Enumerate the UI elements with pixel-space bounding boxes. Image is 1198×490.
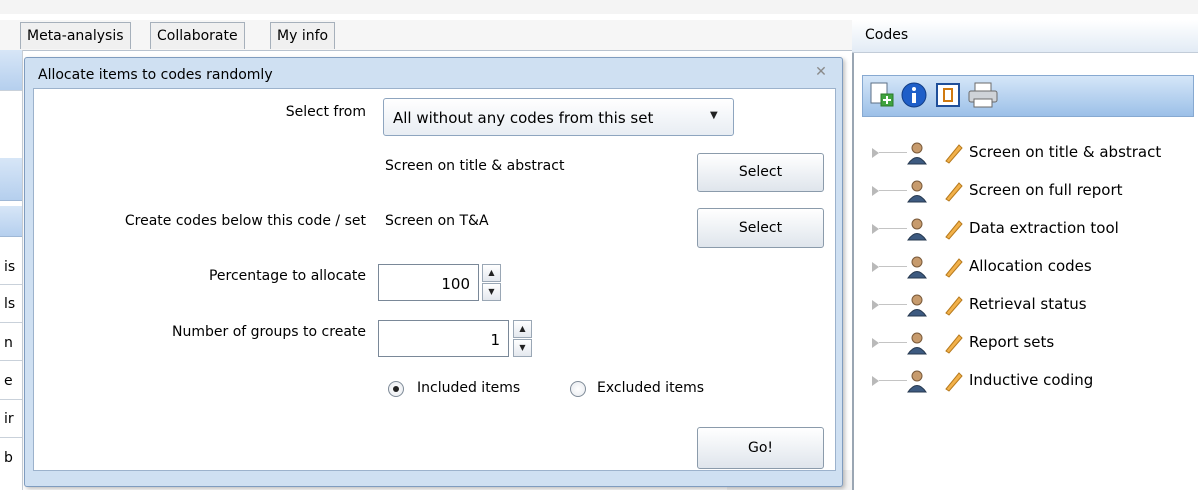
divider <box>0 284 22 285</box>
pencil-icon <box>942 293 964 317</box>
person-icon <box>906 179 928 203</box>
person-icon <box>906 141 928 165</box>
code-item-label: Inductive coding <box>969 371 1094 389</box>
groups-value: 1 <box>490 331 500 349</box>
select-from-label: Select from <box>285 104 366 120</box>
divider <box>0 90 22 91</box>
left-header-strip <box>0 50 22 91</box>
pencil-icon <box>942 369 964 393</box>
tab-collaborate[interactable]: Collaborate <box>150 22 245 49</box>
expand-arrow-icon[interactable] <box>872 148 879 158</box>
left-row-fragment: n <box>4 335 13 351</box>
tab-my-info[interactable]: My info <box>270 22 336 49</box>
person-icon <box>906 255 928 279</box>
tab-meta-analysis[interactable]: Meta-analysis <box>20 22 131 49</box>
expand-arrow-icon[interactable] <box>872 300 879 310</box>
create-below-value: Screen on T&A <box>385 213 489 229</box>
expand-arrow-icon[interactable] <box>872 224 879 234</box>
divider <box>0 360 22 361</box>
dialog-title: Allocate items to codes randomly <box>38 67 273 83</box>
included-items-radio[interactable] <box>388 381 404 397</box>
add-code-icon[interactable] <box>867 80 897 110</box>
person-icon <box>906 369 928 393</box>
left-row-fragment: b <box>4 450 13 466</box>
info-icon[interactable] <box>899 80 929 110</box>
percentage-stepper[interactable]: ▲ ▼ <box>482 264 501 301</box>
left-selected-strip <box>0 158 22 201</box>
code-item-label: Screen on title & abstract <box>969 143 1162 161</box>
person-icon <box>906 331 928 355</box>
excluded-items-radio[interactable] <box>570 381 586 397</box>
select-parent-button[interactable]: Select <box>697 208 824 248</box>
increment-icon[interactable]: ▲ <box>513 320 532 338</box>
groups-stepper[interactable]: ▲ ▼ <box>513 320 532 357</box>
left-row-fragment: ls <box>4 296 16 312</box>
tree-connector <box>879 190 907 191</box>
codes-title: Codes <box>865 27 909 43</box>
tree-connector <box>879 342 907 343</box>
left-row-fragment: e <box>4 373 13 389</box>
person-icon <box>906 217 928 241</box>
tree-item[interactable]: Screen on title & abstract <box>872 141 1192 165</box>
code-item-label: Allocation codes <box>969 257 1092 275</box>
tree-connector <box>879 228 907 229</box>
pencil-icon <box>942 217 964 241</box>
select-from-value: All without any codes from this set <box>393 109 654 127</box>
select-from-dropdown[interactable]: All without any codes from this set ▼ <box>383 98 734 136</box>
codes-toolbar <box>862 75 1194 117</box>
tree-item[interactable]: Data extraction tool <box>872 217 1192 241</box>
decrement-icon[interactable]: ▼ <box>482 283 501 301</box>
divider <box>0 437 22 438</box>
pencil-icon <box>942 141 964 165</box>
code-item-label: Screen on full report <box>969 181 1123 199</box>
chevron-down-icon: ▼ <box>710 110 718 121</box>
close-icon[interactable]: ✕ <box>813 64 829 80</box>
expand-arrow-icon[interactable] <box>872 186 879 196</box>
pencil-icon <box>942 255 964 279</box>
groups-input[interactable]: 1 <box>378 320 509 357</box>
tree-item[interactable]: Allocation codes <box>872 255 1192 279</box>
divider <box>0 322 22 323</box>
increment-icon[interactable]: ▲ <box>482 264 501 282</box>
create-below-label: Create codes below this code / set <box>124 213 366 229</box>
tree-connector <box>879 380 907 381</box>
expand-arrow-icon[interactable] <box>872 338 879 348</box>
code-item-label: Data extraction tool <box>969 219 1119 237</box>
percentage-input[interactable]: 100 <box>378 264 479 301</box>
included-items-label: Included items <box>417 380 521 396</box>
left-row-fragment: ir <box>4 411 14 427</box>
top-strip <box>0 0 1198 14</box>
select-button[interactable]: Select <box>697 153 824 192</box>
properties-icon[interactable] <box>933 80 963 110</box>
tree-connector <box>879 266 907 267</box>
code-item-label: Report sets <box>969 333 1055 351</box>
groups-label: Number of groups to create <box>172 324 366 340</box>
percentage-label: Percentage to allocate <box>208 268 366 284</box>
code-item-label: Retrieval status <box>969 295 1087 313</box>
print-icon[interactable] <box>966 80 998 110</box>
tree-connector <box>879 304 907 305</box>
tree-item[interactable]: Report sets <box>872 331 1192 355</box>
selected-set-value: Screen on title & abstract <box>385 158 565 174</box>
expand-arrow-icon[interactable] <box>872 376 879 386</box>
percentage-value: 100 <box>441 275 470 293</box>
person-icon <box>906 293 928 317</box>
left-list-column: is ls n e ir b <box>0 50 23 490</box>
tree-item[interactable]: Inductive coding <box>872 369 1192 393</box>
expand-arrow-icon[interactable] <box>872 262 879 272</box>
pencil-icon <box>942 179 964 203</box>
tree-item[interactable]: Screen on full report <box>872 179 1192 203</box>
divider <box>0 399 22 400</box>
left-row-strip <box>0 206 22 237</box>
tree-item[interactable]: Retrieval status <box>872 293 1192 317</box>
excluded-items-label: Excluded items <box>597 380 705 396</box>
left-row-fragment: is <box>4 259 16 275</box>
decrement-icon[interactable]: ▼ <box>513 339 532 357</box>
go-button[interactable]: Go! <box>697 427 824 469</box>
tree-connector <box>879 152 907 153</box>
pencil-icon <box>942 331 964 355</box>
codes-header: Codes <box>852 20 1198 53</box>
